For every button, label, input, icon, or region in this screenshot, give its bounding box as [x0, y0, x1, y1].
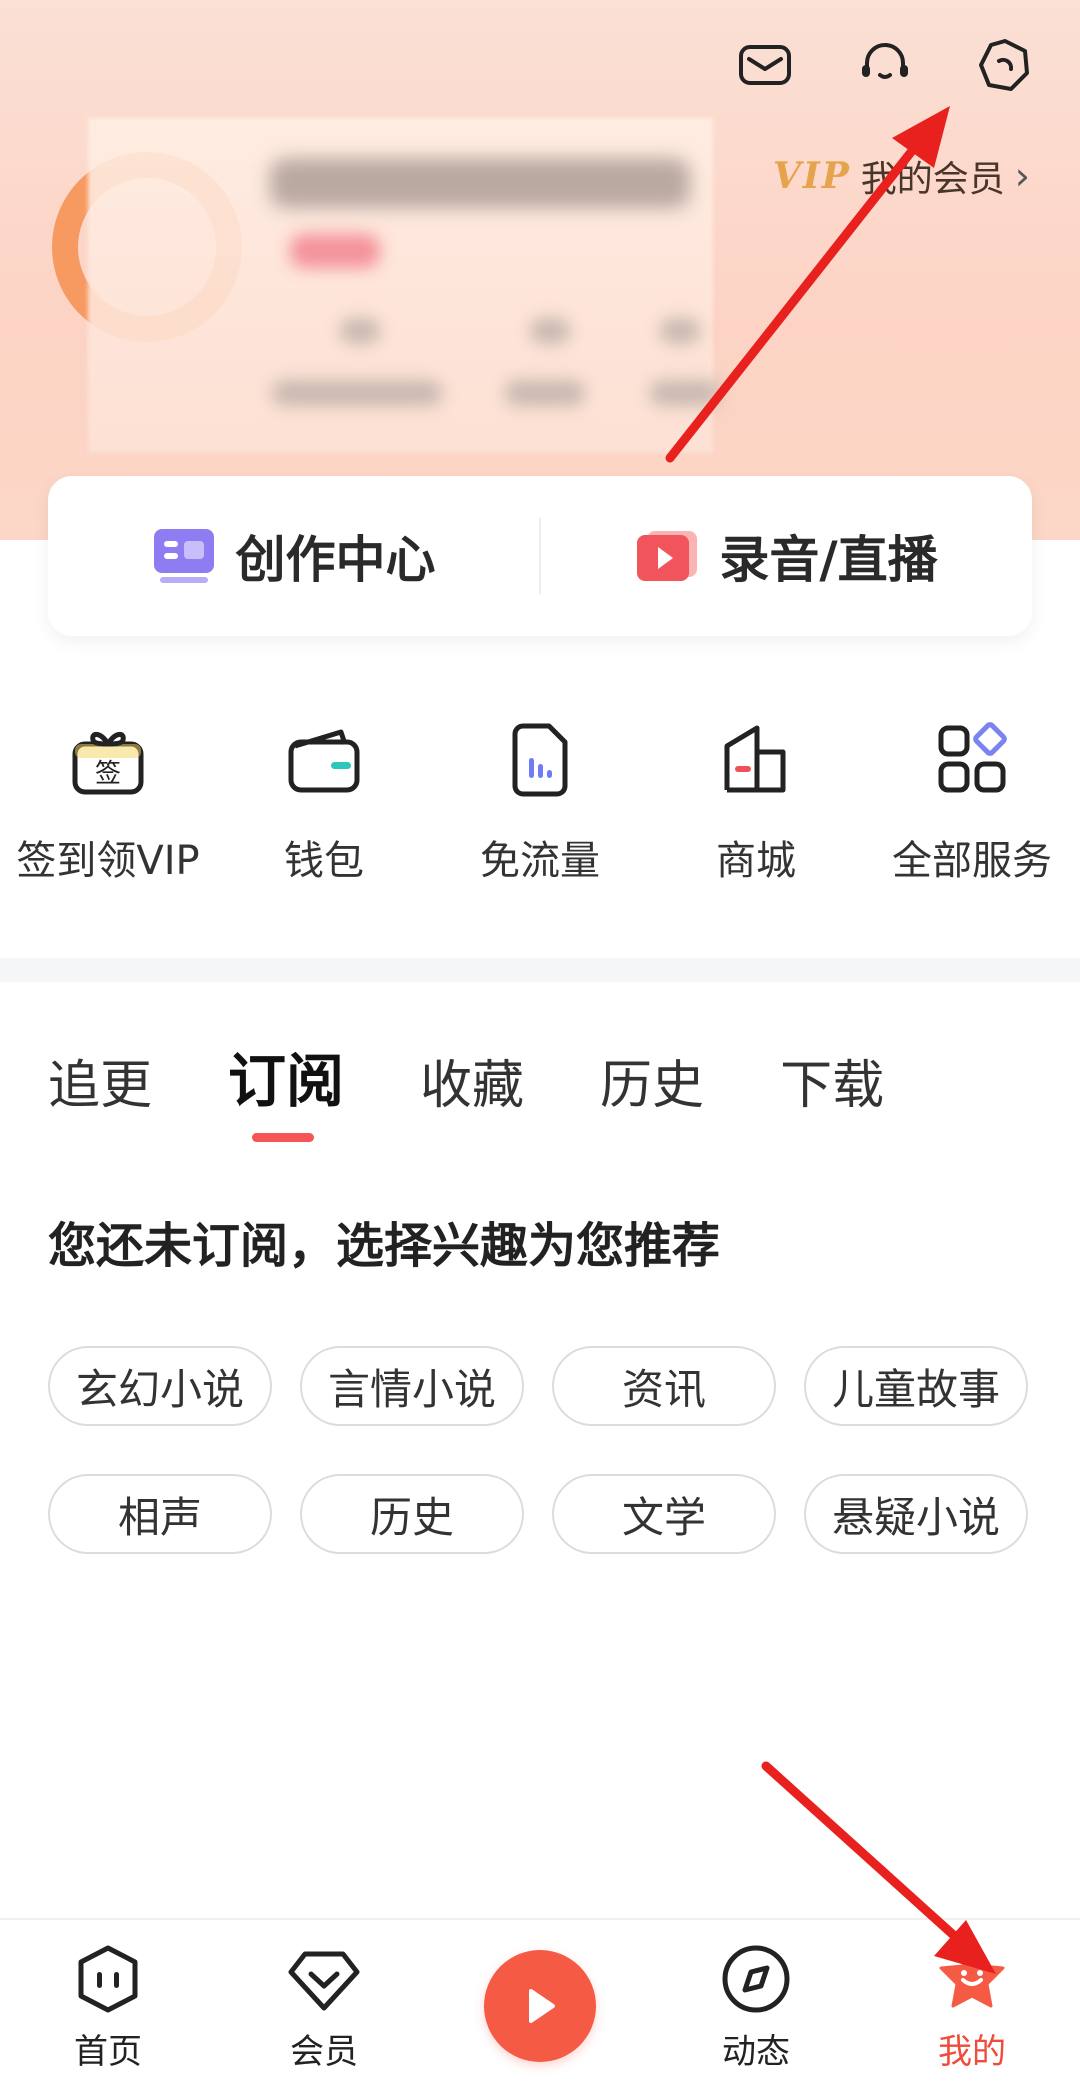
username-blurred: [270, 158, 690, 208]
nav-member-label: 会员: [290, 2032, 358, 2072]
home-icon: [78, 1945, 138, 2013]
stat-value-blurred: [340, 318, 380, 344]
creation-center-label: 创作中心: [235, 531, 436, 589]
interest-tag[interactable]: 玄幻小说: [48, 1346, 272, 1426]
my-membership-link[interactable]: VIP 我的会员 ›: [773, 150, 1030, 202]
interest-tag[interactable]: 资讯: [552, 1346, 776, 1426]
level-badge-blurred: [290, 234, 380, 268]
nav-home[interactable]: 首页: [48, 1940, 168, 2073]
tab-follow-updates[interactable]: 追更: [48, 1043, 152, 1118]
top-icon-bar: [730, 30, 1040, 100]
store-label: 商城: [716, 838, 796, 884]
record-live-button[interactable]: 录音/直播: [541, 476, 1032, 636]
wallet-button[interactable]: 钱包: [216, 716, 432, 886]
settings-icon[interactable]: [970, 30, 1040, 100]
wallet-label: 钱包: [284, 838, 364, 884]
all-services-icon: [938, 722, 1007, 793]
stat-label-blurred: [650, 380, 720, 406]
nav-mine[interactable]: 我的: [912, 1940, 1032, 2073]
interest-tags: 玄幻小说 言情小说 资讯 儿童故事 相声 历史 文学 悬疑小说: [48, 1346, 1032, 1554]
record-live-label: 录音/直播: [719, 531, 938, 589]
play-icon: [529, 1989, 555, 2023]
record-live-icon: [637, 531, 698, 581]
store-icon: [724, 725, 786, 793]
recommend-title: 您还未订阅，选择兴趣为您推荐: [48, 1218, 721, 1274]
mail-icon[interactable]: [730, 30, 800, 100]
my-star-icon: [939, 1944, 1005, 2008]
section-separator: [0, 958, 1080, 982]
tab-history[interactable]: 历史: [600, 1043, 704, 1118]
tab-subscriptions[interactable]: 订阅: [228, 1034, 344, 1142]
library-tabs: 追更 订阅 收藏 历史 下载: [48, 1034, 960, 1142]
nav-member[interactable]: 会员: [264, 1940, 384, 2073]
interest-tag[interactable]: 文学: [552, 1474, 776, 1554]
all-services-button[interactable]: 全部服务: [864, 716, 1080, 886]
stat-label-blurred: [505, 380, 585, 406]
my-membership-label: 我的会员: [860, 159, 1005, 200]
checkin-vip-label: 签到领VIP: [16, 838, 200, 884]
nav-feed-label: 动态: [722, 2032, 790, 2072]
interest-tag[interactable]: 历史: [300, 1474, 524, 1554]
nav-mine-label: 我的: [938, 2032, 1006, 2072]
creator-card: 创作中心 录音/直播: [48, 476, 1032, 636]
compass-icon: [722, 1945, 790, 2013]
interest-tag[interactable]: 相声: [48, 1474, 272, 1554]
player-button[interactable]: [484, 1950, 596, 2062]
gift-checkin-icon: 签: [72, 732, 144, 795]
interest-tag[interactable]: 儿童故事: [804, 1346, 1028, 1426]
tab-favorites[interactable]: 收藏: [420, 1043, 524, 1118]
interest-tag[interactable]: 言情小说: [300, 1346, 524, 1426]
chevron-right-icon: ›: [1014, 154, 1030, 198]
quick-actions: 签 签到领VIP 钱包 免流量 商城 全部服务: [0, 716, 1080, 886]
creation-center-icon: [153, 529, 214, 583]
store-button[interactable]: 商城: [648, 716, 864, 886]
customer-service-icon[interactable]: [850, 30, 920, 100]
checkin-vip-button[interactable]: 签 签到领VIP: [0, 716, 216, 886]
nav-feed[interactable]: 动态: [696, 1940, 816, 2073]
interest-tag[interactable]: 悬疑小说: [804, 1474, 1028, 1554]
all-services-label: 全部服务: [892, 838, 1052, 884]
tab-downloads[interactable]: 下载: [780, 1043, 884, 1118]
member-icon: [288, 1951, 360, 2011]
free-data-icon: [512, 723, 568, 797]
stat-value-blurred: [660, 318, 700, 344]
free-data-button[interactable]: 免流量: [432, 716, 648, 886]
vip-logo: VIP: [772, 155, 851, 197]
wallet-icon: [288, 729, 360, 793]
nav-home-label: 首页: [74, 2032, 142, 2072]
checkin-icon-glyph: 签: [95, 759, 121, 789]
stat-value-blurred: [530, 318, 570, 344]
free-data-label: 免流量: [480, 838, 600, 884]
creation-center-button[interactable]: 创作中心: [48, 476, 539, 636]
stat-label-blurred: [272, 380, 442, 406]
